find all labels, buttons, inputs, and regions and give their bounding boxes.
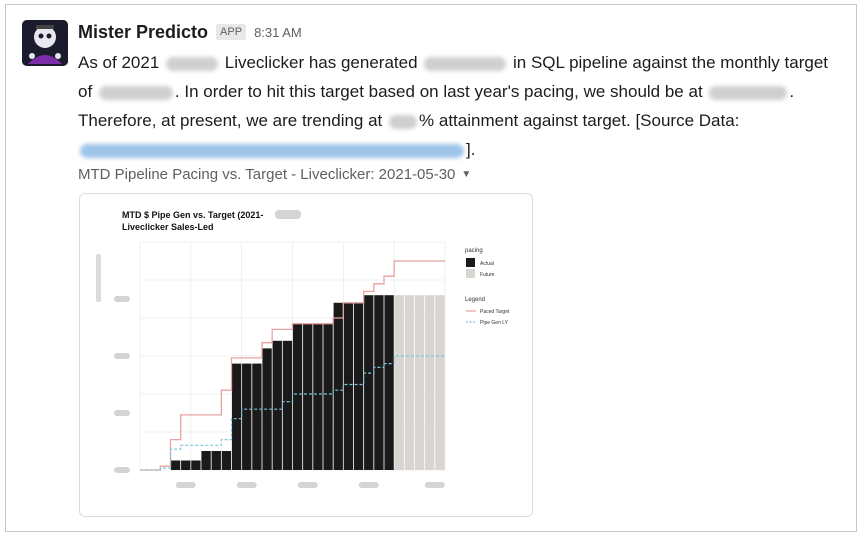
legend-pacing-title: pacing	[465, 248, 483, 254]
bar-actual	[211, 451, 221, 470]
bar-actual	[242, 363, 252, 470]
redacted-percent	[389, 114, 418, 129]
attachment-title-text: MTD Pipeline Pacing vs. Target - Livecli…	[78, 166, 456, 183]
bar-actual	[313, 323, 323, 470]
legend-lines-title: Legend	[465, 297, 485, 303]
bar-actual	[374, 295, 384, 470]
bar-actual	[272, 340, 282, 470]
bar-actual	[384, 295, 394, 470]
bar-actual	[282, 340, 293, 470]
x-tick-label-redacted	[236, 482, 257, 488]
legend-item-paced-target: Paced Target	[480, 309, 510, 315]
text-fragment: in SQL pipeline against the monthly	[513, 53, 780, 72]
chart-attachment[interactable]: MTD $ Pipe Gen vs. Target (2021- Livecli…	[79, 193, 533, 517]
bar-actual	[292, 323, 303, 470]
y-tick-label-redacted	[114, 410, 130, 416]
app-badge: APP	[216, 24, 247, 40]
x-tick-label-redacted	[358, 482, 379, 488]
message-body: As of 2021 Liveclicker has generated in …	[78, 53, 829, 159]
bar-actual	[221, 451, 232, 470]
bar-actual	[181, 460, 191, 470]
attachment-title[interactable]: MTD Pipeline Pacing vs. Target - Livecli…	[78, 166, 471, 183]
bar-actual	[343, 302, 354, 470]
chart-subtitle: Liveclicker Sales-Led	[122, 222, 214, 232]
legend-item-actual: Actual	[480, 261, 494, 267]
bar-actual	[364, 295, 374, 470]
bar-actual	[252, 363, 262, 470]
redacted-title-date	[275, 210, 301, 219]
app-avatar[interactable]	[22, 20, 68, 66]
source-data-link[interactable]	[80, 143, 464, 158]
legend-swatch-future	[466, 269, 475, 278]
message-timestamp[interactable]: 8:31 AM	[254, 25, 302, 40]
text-fragment: [Source Data:	[635, 111, 740, 130]
bar-future	[394, 295, 404, 470]
text-fragment: In order to hit this target based on las…	[184, 82, 703, 101]
pipeline-chart: MTD $ Pipe Gen vs. Target (2021- Livecli…	[96, 210, 510, 488]
bar-actual	[323, 323, 333, 470]
sender-name[interactable]: Mister Predicto	[78, 22, 208, 43]
text-fragment: ].	[466, 140, 476, 159]
text-fragment: As of 2021	[78, 53, 160, 72]
bar-actual	[333, 302, 343, 470]
x-tick-label-redacted	[424, 482, 445, 488]
y-tick-label-redacted	[114, 353, 130, 359]
bar-actual	[353, 302, 364, 470]
y-axis-title-redacted	[96, 254, 101, 302]
x-tick-label-redacted	[297, 482, 318, 488]
bar-actual	[170, 460, 181, 470]
legend-item-pipe-gen-ly: Pipe Gen LY	[480, 320, 509, 326]
redacted-paced-amount	[709, 85, 788, 100]
text-fragment: Liveclicker has generated	[224, 53, 418, 72]
redacted-target	[98, 85, 173, 100]
bar-actual	[201, 451, 211, 470]
y-tick-label-redacted	[114, 296, 130, 302]
legend-swatch-actual	[466, 258, 475, 267]
bar-actual	[303, 323, 313, 470]
avatar-image	[22, 20, 68, 66]
message-header: Mister Predicto APP 8:31 AM	[78, 19, 302, 45]
bar-future	[425, 295, 435, 470]
bar-actual	[191, 460, 201, 470]
y-tick-label-redacted	[114, 467, 130, 473]
bar-actual	[231, 363, 242, 470]
bar-future	[404, 295, 415, 470]
redacted-date	[166, 56, 219, 71]
caret-down-icon[interactable]: ▼	[461, 169, 471, 180]
bar-future	[435, 295, 445, 470]
x-tick-label-redacted	[175, 482, 196, 488]
redacted-amount	[424, 56, 507, 71]
bar-future	[414, 295, 425, 470]
legend-item-future: Future	[480, 272, 495, 278]
text-fragment: % attainment against target.	[419, 111, 631, 130]
chart-title: MTD $ Pipe Gen vs. Target (2021-	[122, 210, 263, 220]
